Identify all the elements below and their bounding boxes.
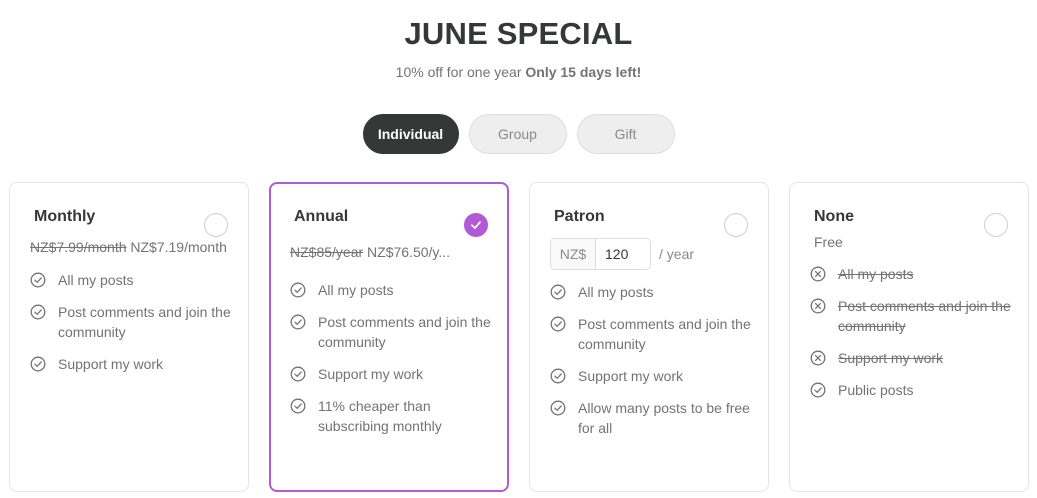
feature-item: 11% cheaper than subscribing monthly (290, 396, 493, 436)
feature-text: Post comments and join the community (318, 314, 491, 350)
check-circle-icon (550, 400, 566, 416)
patron-amount-input[interactable] (596, 239, 650, 269)
feature-item: Post comments and join the community (550, 314, 754, 354)
plan-card-monthly[interactable]: Monthly NZ$7.99/month NZ$7.19/month All … (9, 182, 249, 492)
checkmark-icon (471, 221, 481, 229)
check-circle-icon (30, 272, 46, 288)
feature-item: All my posts (290, 280, 493, 300)
check-circle-icon (290, 314, 306, 330)
feature-text: Allow many posts to be free for all (578, 400, 750, 436)
feature-item: All my posts (550, 282, 754, 302)
feature-item: Allow many posts to be free for all (550, 398, 754, 438)
plan-title: Monthly (34, 208, 96, 225)
promo-deadline: Only 15 days left! (525, 64, 642, 80)
check-circle-icon (290, 366, 306, 382)
feature-item: Support my work (290, 364, 493, 384)
new-price: NZ$7.19/month (130, 239, 227, 255)
feature-list: All my posts Post comments and join the c… (810, 264, 1014, 412)
feature-text: All my posts (578, 284, 654, 300)
check-circle-icon (550, 316, 566, 332)
promo-subtitle: 10% off for one year Only 15 days left! (0, 64, 1037, 80)
feature-text: All my posts (318, 282, 394, 298)
feature-list: All my posts Post comments and join the c… (30, 270, 234, 386)
excluded-feature-item: All my posts (810, 264, 1014, 284)
plan-price: NZ$85/year NZ$76.50/y... (290, 244, 490, 260)
tab-individual[interactable]: Individual (362, 114, 459, 154)
plan-radio-patron[interactable] (724, 213, 748, 237)
feature-item: Public posts (810, 380, 1014, 400)
old-price: NZ$7.99/month (30, 239, 127, 255)
feature-text: All my posts (58, 272, 134, 288)
old-price: NZ$85/year (290, 244, 364, 260)
plan-radio-annual[interactable] (464, 213, 488, 237)
tab-group[interactable]: Group (468, 114, 567, 154)
feature-item: Post comments and join the community (290, 312, 493, 352)
period-label: / year (659, 246, 695, 262)
check-circle-icon (550, 284, 566, 300)
plan-type-tabs: Individual Group Gift (0, 114, 1037, 154)
feature-text: All my posts (838, 266, 914, 282)
feature-list: All my posts Post comments and join the c… (550, 282, 754, 450)
tab-gift[interactable]: Gift (576, 114, 675, 154)
check-circle-icon (30, 304, 46, 320)
excluded-feature-item: Support my work (810, 348, 1014, 368)
feature-text: Support my work (838, 350, 944, 366)
feature-list: All my posts Post comments and join the c… (290, 280, 493, 448)
plan-card-annual[interactable]: Annual NZ$85/year NZ$76.50/y... All my p… (269, 182, 509, 492)
feature-text: 11% cheaper than subscribing monthly (318, 398, 442, 434)
pricing-page: JUNE SPECIAL 10% off for one year Only 1… (0, 0, 1037, 498)
feature-item: All my posts (30, 270, 234, 290)
excluded-feature-item: Post comments and join the community (810, 296, 1014, 336)
patron-amount-row: NZ$ / year (550, 238, 694, 270)
feature-item: Support my work (30, 354, 234, 374)
feature-text: Post comments and join the community (578, 316, 751, 352)
patron-amount-box: NZ$ (550, 238, 651, 270)
currency-label: NZ$ (551, 239, 596, 269)
feature-text: Public posts (838, 382, 914, 398)
plan-title: None (814, 208, 854, 225)
x-circle-icon (810, 266, 826, 282)
plan-radio-monthly[interactable] (204, 213, 228, 237)
x-circle-icon (810, 298, 826, 314)
feature-text: Support my work (58, 356, 164, 372)
plan-price: Free (814, 234, 843, 250)
check-circle-icon (30, 356, 46, 372)
check-circle-icon (550, 368, 566, 384)
feature-item: Support my work (550, 366, 754, 386)
x-circle-icon (810, 350, 826, 366)
new-price: NZ$76.50/y... (367, 244, 451, 260)
plan-card-patron[interactable]: Patron NZ$ / year All my posts Post comme… (529, 182, 769, 492)
check-circle-icon (290, 398, 306, 414)
check-circle-icon (290, 282, 306, 298)
check-circle-icon (810, 382, 826, 398)
plan-title: Annual (294, 208, 349, 225)
feature-text: Support my work (578, 368, 684, 384)
feature-text: Support my work (318, 366, 424, 382)
plan-title: Patron (554, 208, 605, 225)
plan-price: NZ$7.99/month NZ$7.19/month (30, 239, 227, 255)
page-title: JUNE SPECIAL (404, 16, 633, 51)
promo-text: 10% off for one year (395, 64, 522, 80)
feature-text: Post comments and join the community (58, 304, 231, 340)
feature-item: Post comments and join the community (30, 302, 234, 342)
feature-text: Post comments and join the community (838, 298, 1011, 334)
plan-radio-none[interactable] (984, 213, 1008, 237)
plan-card-none[interactable]: None Free All my posts Post comments and … (789, 182, 1029, 492)
